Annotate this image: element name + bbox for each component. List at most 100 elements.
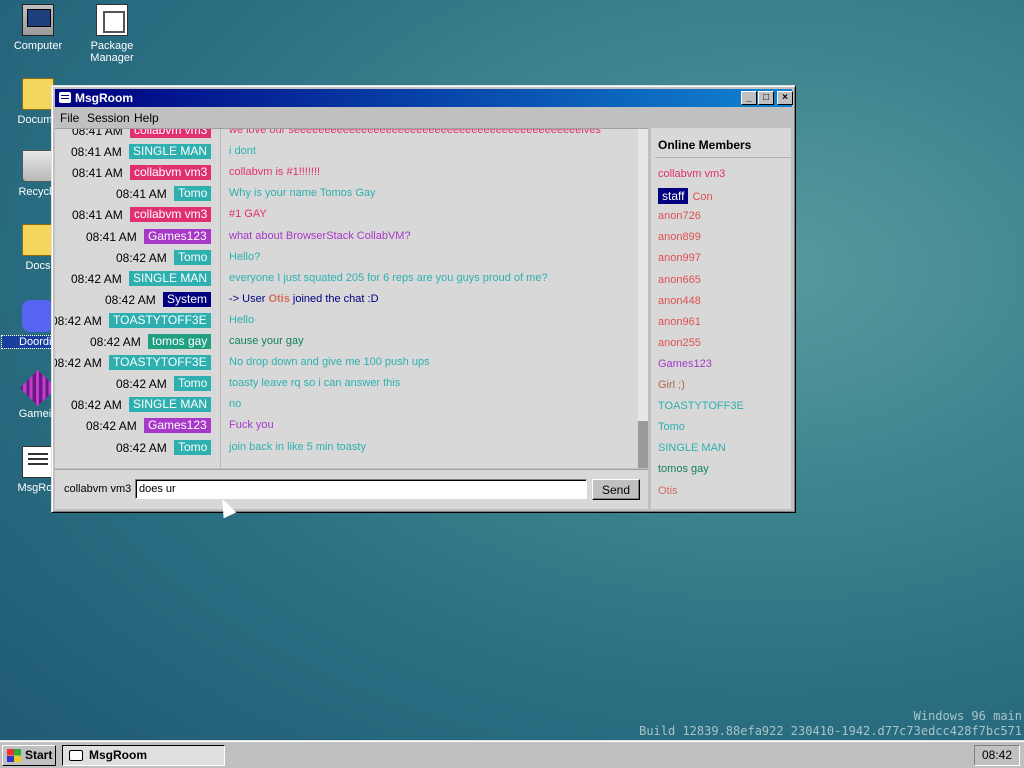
chat-username-badge[interactable]: Games123	[144, 418, 211, 434]
chat-username-badge[interactable]: SINGLE MAN	[129, 270, 212, 286]
desktop-icon-computer[interactable]: Computer	[2, 4, 74, 52]
chat-bubble-icon	[69, 750, 83, 761]
menu-file[interactable]: File	[60, 111, 79, 125]
chat-message: TOASTYTOFF3E 08:42 AM No drop down and giv…	[55, 353, 631, 374]
scrollbar-thumb[interactable]	[638, 421, 648, 468]
member-item[interactable]: anon255	[658, 337, 701, 349]
maximize-button[interactable]: □	[758, 91, 774, 105]
members-separator	[655, 157, 791, 158]
chat-username-badge[interactable]: TOASTYTOFF3E	[109, 312, 211, 328]
chat-timestamp: 08:42 AM	[71, 398, 122, 413]
member-item[interactable]: anon448	[658, 295, 701, 307]
chat-message: tomos gay 08:42 AM cause your gay	[55, 332, 631, 353]
chat-username-badge[interactable]: Tomo	[174, 376, 212, 392]
chat-message-text: cause your gay	[229, 335, 304, 347]
member-name: Con	[692, 191, 713, 204]
member-item[interactable]: Otis	[658, 485, 678, 497]
chat-timestamp: 08:41 AM	[72, 128, 123, 138]
chat-username-badge[interactable]: collabvm vm3	[130, 129, 212, 138]
member-item[interactable]: TOASTYTOFF3E	[658, 400, 744, 412]
chat-log[interactable]: collabvm vm3 08:41 AM we love our seeeeeee…	[55, 128, 648, 468]
recycle-bin-icon	[22, 150, 54, 182]
chat-message: SINGLE MAN 08:42 AM no	[55, 395, 631, 416]
chat-message: Tomo 08:42 AM join back in like 5 min toas…	[55, 438, 631, 459]
message-input[interactable]	[135, 479, 587, 499]
member-name: Games123	[658, 357, 712, 370]
member-item[interactable]: anon961	[658, 316, 701, 328]
chat-message-text: join back in like 5 min toasty	[229, 440, 366, 453]
chat-message-text: Why is your name Tomos Gay	[229, 187, 376, 200]
member-name: SINGLE MAN	[658, 442, 726, 455]
member-item[interactable]: Girl ;)	[658, 379, 685, 391]
build-watermark-line1: Windows 96 main	[913, 709, 1022, 723]
chat-message-text: no	[229, 398, 242, 411]
member-item[interactable]: anon997	[658, 252, 701, 264]
computer-icon	[22, 4, 54, 36]
chat-message: Games123 08:42 AM Fuck you	[55, 416, 631, 437]
chat-scrollbar[interactable]	[638, 129, 648, 468]
chat-username-badge[interactable]: SINGLE MAN	[129, 144, 212, 160]
member-name: Girl ;)	[658, 379, 685, 391]
member-item[interactable]: collabvm vm3	[658, 168, 725, 180]
chat-timestamp: 08:41 AM	[72, 166, 123, 181]
chat-message: collabvm vm3 08:41 AM #1 GAY	[55, 205, 631, 226]
chat-message-text: i dont	[229, 145, 256, 158]
chat-message-text: toasty leave rq so i can answer this	[229, 377, 401, 390]
member-item[interactable]: tomos gay	[658, 463, 709, 475]
desktop-icon-package-manager[interactable]: Package Manager	[76, 4, 148, 64]
member-name: anon665	[658, 273, 701, 286]
chat-message: collabvm vm3 08:41 AM collabvm is #1!!!!!!…	[55, 163, 631, 184]
desktop-icon-label: Computer	[13, 40, 63, 52]
chat-message-text: what about BrowserStack CollabVM?	[229, 229, 411, 242]
start-button[interactable]: Start	[2, 745, 56, 766]
chat-username-badge[interactable]: tomos gay	[148, 334, 212, 349]
discord-icon	[22, 300, 54, 332]
chat-message-text: Hello?	[229, 250, 261, 263]
member-name: anon899	[658, 231, 701, 244]
window-title: MsgRoom	[75, 91, 133, 105]
minimize-button[interactable]: _	[741, 91, 757, 105]
member-item[interactable]: staff Con	[658, 188, 713, 205]
system-text-suffix: joined the chat :D	[289, 292, 379, 305]
chat-username-badge[interactable]: System	[163, 291, 212, 307]
chat-username-badge[interactable]: Tomo	[174, 439, 212, 455]
staff-badge: staff	[658, 188, 689, 205]
chat-message-text: everyone I just squated 205 for 6 reps a…	[229, 271, 548, 284]
chat-bubble-icon	[59, 92, 71, 103]
member-name: TOASTYTOFF3E	[658, 400, 744, 413]
chat-timestamp: 08:42 AM	[116, 250, 167, 265]
chat-message-text: collabvm is #1!!!!!!!	[229, 166, 321, 179]
package-icon	[96, 4, 128, 36]
chat-username-badge[interactable]: collabvm vm3	[130, 207, 212, 223]
menu-session[interactable]: Session	[87, 111, 130, 125]
member-name: Otis	[658, 484, 678, 497]
chat-message: Games123 08:41 AM what about BrowserStack …	[55, 227, 631, 248]
member-item[interactable]: Tomo	[658, 421, 685, 433]
window-titlebar[interactable]: MsgRoom _ □ ×	[55, 89, 793, 107]
chat-message: Tomo 08:41 AM Why is your name Tomos Gay	[55, 184, 631, 205]
chat-timestamp: 08:42 AM	[55, 313, 102, 328]
member-name: anon997	[658, 252, 701, 265]
chat-message-text: No drop down and give me 100 push ups	[229, 356, 430, 369]
member-item[interactable]: SINGLE MAN	[658, 442, 726, 454]
chat-timestamp: 08:42 AM	[90, 335, 141, 349]
online-members-panel: Online Members collabvm vm3 staff Con anon7…	[651, 128, 791, 509]
chat-username-badge[interactable]: TOASTYTOFF3E	[109, 355, 211, 371]
member-name: tomos gay	[658, 463, 709, 476]
chat-username-badge[interactable]: SINGLE MAN	[129, 397, 212, 413]
menu-help[interactable]: Help	[134, 111, 159, 125]
chat-username-badge[interactable]: Tomo	[174, 249, 212, 265]
send-button[interactable]: Send	[592, 479, 640, 500]
member-item[interactable]: anon726	[658, 210, 701, 222]
chat-timestamp: 08:42 AM	[55, 356, 102, 371]
chat-message: SINGLE MAN 08:42 AM everyone I just squate…	[55, 269, 631, 290]
member-item[interactable]: anon665	[658, 274, 701, 286]
chat-message: Tomo 08:42 AM Hello?	[55, 248, 631, 269]
chat-username-badge[interactable]: Games123	[144, 228, 211, 244]
member-item[interactable]: anon899	[658, 231, 701, 243]
close-button[interactable]: ×	[777, 91, 793, 105]
taskbar-item-msgroom[interactable]: MsgRoom	[62, 745, 225, 766]
member-item[interactable]: Games123	[658, 358, 712, 370]
chat-username-badge[interactable]: Tomo	[174, 186, 212, 202]
chat-username-badge[interactable]: collabvm vm3	[130, 165, 212, 181]
